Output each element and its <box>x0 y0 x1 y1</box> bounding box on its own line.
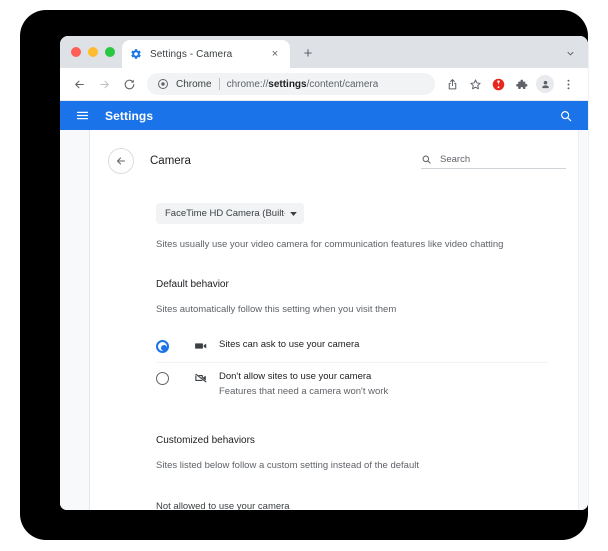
toolbar-actions <box>441 73 580 95</box>
page-title: Camera <box>150 155 191 167</box>
settings-gear-icon <box>131 49 141 59</box>
browser-tab-settings-camera[interactable]: Settings - Camera × <box>122 40 290 68</box>
settings-title: Settings <box>105 108 154 123</box>
tab-strip: Settings - Camera × + <box>60 36 588 68</box>
radio-option-block-text: Don't allow sites to use your camera Fea… <box>219 371 388 398</box>
camera-device-label: FaceTime HD Camera (Built-in <box>165 208 285 219</box>
chevron-down-icon[interactable] <box>562 45 578 61</box>
window-minimize-button[interactable] <box>88 47 98 57</box>
omnibox-chip-label: Chrome <box>176 78 212 90</box>
chrome-settings-icon <box>158 79 168 89</box>
omnibox-url-highlight: settings <box>268 78 307 90</box>
default-behavior-radio-group: Sites can ask to use your camera Don't a… <box>156 331 548 407</box>
forward-arrow-icon <box>93 73 115 95</box>
search-placeholder: Search <box>440 153 471 165</box>
content-scrollbar[interactable] <box>578 130 588 510</box>
search-icon[interactable] <box>557 107 575 125</box>
omnibox-separator <box>218 78 220 90</box>
profile-avatar-icon[interactable] <box>536 75 554 93</box>
radio-option-ask[interactable]: Sites can ask to use your camera <box>156 331 548 362</box>
red-circle-extension-icon[interactable] <box>487 73 509 95</box>
three-dot-menu-icon[interactable] <box>557 73 579 95</box>
content-header-row: Camera Search <box>108 130 566 174</box>
omnibox-url-prefix: chrome:// <box>226 78 269 90</box>
search-icon <box>422 155 431 164</box>
radio-option-ask-label: Sites can ask to use your camera <box>219 339 360 351</box>
omnibox-url: chrome://settings/content/camera <box>227 79 379 90</box>
camera-icon <box>195 343 207 349</box>
window-close-button[interactable] <box>71 47 81 57</box>
new-tab-button[interactable]: + <box>298 43 318 63</box>
back-to-site-settings-button[interactable] <box>108 148 134 174</box>
settings-app-header: Settings <box>60 101 588 130</box>
omnibox-url-suffix: /content/camera <box>306 78 379 90</box>
window-maximize-button[interactable] <box>105 47 115 57</box>
settings-search-field[interactable]: Search <box>421 154 566 169</box>
settings-content-pane: Camera Search FaceTime HD Camera (Built-… <box>90 130 588 510</box>
customized-behaviors-heading: Customized behaviors <box>156 435 255 447</box>
settings-page-body: Camera Search FaceTime HD Camera (Built-… <box>60 130 588 510</box>
radio-button-selected[interactable] <box>156 340 169 354</box>
address-bar[interactable]: Chrome chrome://settings/content/camera <box>147 73 435 95</box>
customized-behaviors-subtitle: Sites listed below follow a custom setti… <box>156 460 419 472</box>
radio-option-block[interactable]: Don't allow sites to use your camera Fea… <box>156 362 548 407</box>
radio-option-block-label: Don't allow sites to use your camera <box>219 371 372 383</box>
default-behavior-subtitle: Sites automatically follow this setting … <box>156 304 397 316</box>
back-arrow-icon[interactable] <box>68 73 90 95</box>
puzzle-piece-icon[interactable] <box>510 73 532 95</box>
hamburger-menu-icon[interactable] <box>73 107 91 125</box>
star-icon[interactable] <box>464 73 486 95</box>
tab-title: Settings - Camera <box>150 48 233 60</box>
radio-option-block-sublabel: Features that need a camera won't work <box>219 386 389 398</box>
camera-device-dropdown[interactable]: FaceTime HD Camera (Built-in <box>156 203 304 224</box>
settings-nav-rail <box>60 130 90 510</box>
camera-off-icon <box>195 374 207 384</box>
camera-description: Sites usually use your video camera for … <box>156 239 504 250</box>
tab-close-icon[interactable]: × <box>268 47 282 61</box>
browser-window: Settings - Camera × + Chrome chrome://se… <box>60 36 588 510</box>
chevron-down-icon <box>290 211 297 216</box>
radio-option-ask-text: Sites can ask to use your camera <box>219 339 359 351</box>
window-traffic-lights <box>71 47 115 57</box>
exception-group-title: Not allowed to use your camera <box>156 501 290 510</box>
browser-toolbar: Chrome chrome://settings/content/camera <box>60 68 588 101</box>
default-behavior-heading: Default behavior <box>156 279 229 291</box>
radio-button-unselected[interactable] <box>156 372 169 386</box>
camera-settings-block: FaceTime HD Camera (Built-in Sites usual… <box>156 174 548 510</box>
desktop-backdrop: Settings - Camera × + Chrome chrome://se… <box>20 10 588 540</box>
reload-icon[interactable] <box>118 73 140 95</box>
share-icon[interactable] <box>441 73 463 95</box>
